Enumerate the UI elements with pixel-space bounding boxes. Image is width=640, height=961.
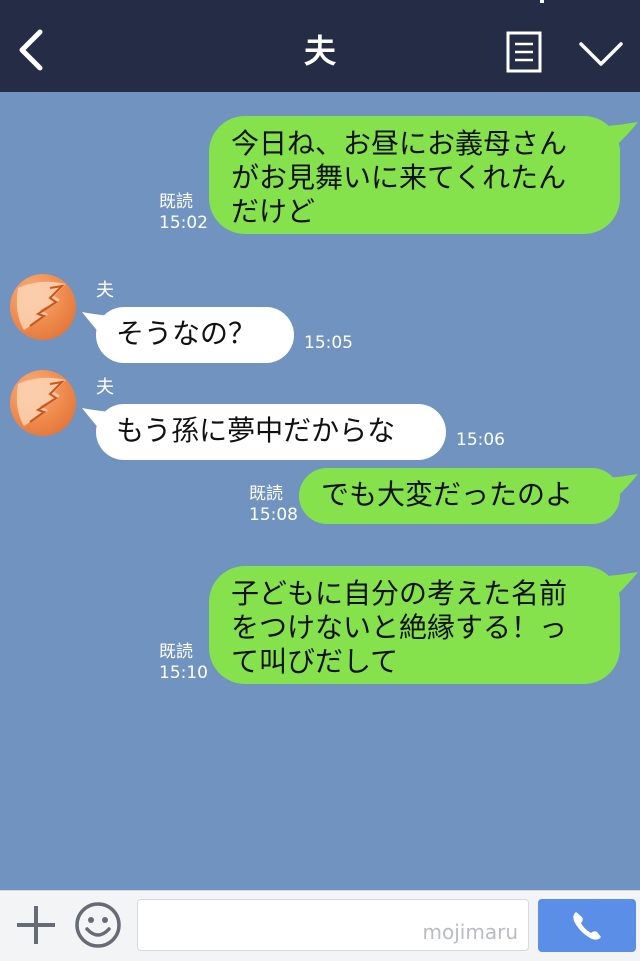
chat-area: 既読 15:02 今日ね、お昼にお義母さん がお見舞いに来てくれたん だけど 夫… — [0, 92, 640, 890]
add-button[interactable] — [14, 903, 58, 947]
message-time: 15:10 — [159, 663, 208, 683]
message-bubble-outgoing[interactable]: 今日ね、お昼にお義母さん がお見舞いに来てくれたん だけど — [209, 116, 620, 234]
read-receipt: 既読 — [249, 484, 283, 504]
message-text: でも大変だったのよ — [321, 478, 574, 511]
bubble-tail — [608, 572, 638, 594]
options-button[interactable] — [578, 40, 624, 68]
message-text: もう孫に夢中だからな — [116, 414, 396, 447]
call-button[interactable] — [538, 899, 636, 952]
sender-name: 夫 — [96, 280, 114, 301]
avatar-image — [16, 377, 66, 426]
message-time: 15:02 — [159, 213, 208, 233]
message-bubble-outgoing[interactable]: でも大変だったのよ — [299, 468, 620, 524]
message-input[interactable]: mojimaru — [137, 899, 529, 951]
message-meta: 既読 15:08 — [249, 484, 298, 526]
message-time: 15:05 — [304, 333, 353, 353]
message-bubble-outgoing[interactable]: 子どもに自分の考えた名前 をつけないと絶縁する！っ て叫びだして — [209, 566, 620, 684]
bubble-tail — [608, 122, 638, 144]
avatar-image — [16, 281, 66, 330]
message-text: 今日ね、お昼にお義母さん がお見舞いに来てくれたん だけど — [231, 127, 568, 228]
message-bubble-incoming[interactable]: もう孫に夢中だからな — [96, 404, 446, 460]
chat-header: 夫 — [0, 0, 640, 92]
message-meta: 既読 15:10 — [159, 642, 208, 684]
message-time: 15:06 — [456, 430, 505, 450]
message-meta: 既読 15:02 — [159, 192, 208, 234]
chat-title: 夫 — [303, 32, 336, 70]
smiley-icon — [75, 902, 121, 948]
input-bar: mojimaru — [0, 890, 640, 961]
message-bubble-incoming[interactable]: そうなの？ — [96, 307, 294, 363]
watermark-text: mojimaru — [422, 920, 518, 944]
chevron-down-icon — [579, 42, 623, 66]
avatar[interactable] — [10, 274, 76, 340]
notes-button[interactable] — [506, 31, 542, 73]
notes-icon — [506, 31, 542, 73]
phone-icon — [573, 912, 601, 940]
avatar[interactable] — [10, 370, 76, 436]
bubble-tail — [608, 474, 638, 496]
emoji-button[interactable] — [74, 901, 122, 949]
read-receipt: 既読 — [159, 642, 193, 662]
plus-icon — [17, 906, 55, 944]
read-receipt: 既読 — [159, 192, 193, 212]
message-time: 15:08 — [249, 505, 298, 525]
status-indicator — [540, 0, 544, 3]
sender-name: 夫 — [96, 377, 114, 398]
message-text: そうなの？ — [116, 317, 257, 350]
message-text: 子どもに自分の考えた名前 をつけないと絶縁する！っ て叫びだして — [231, 577, 568, 678]
